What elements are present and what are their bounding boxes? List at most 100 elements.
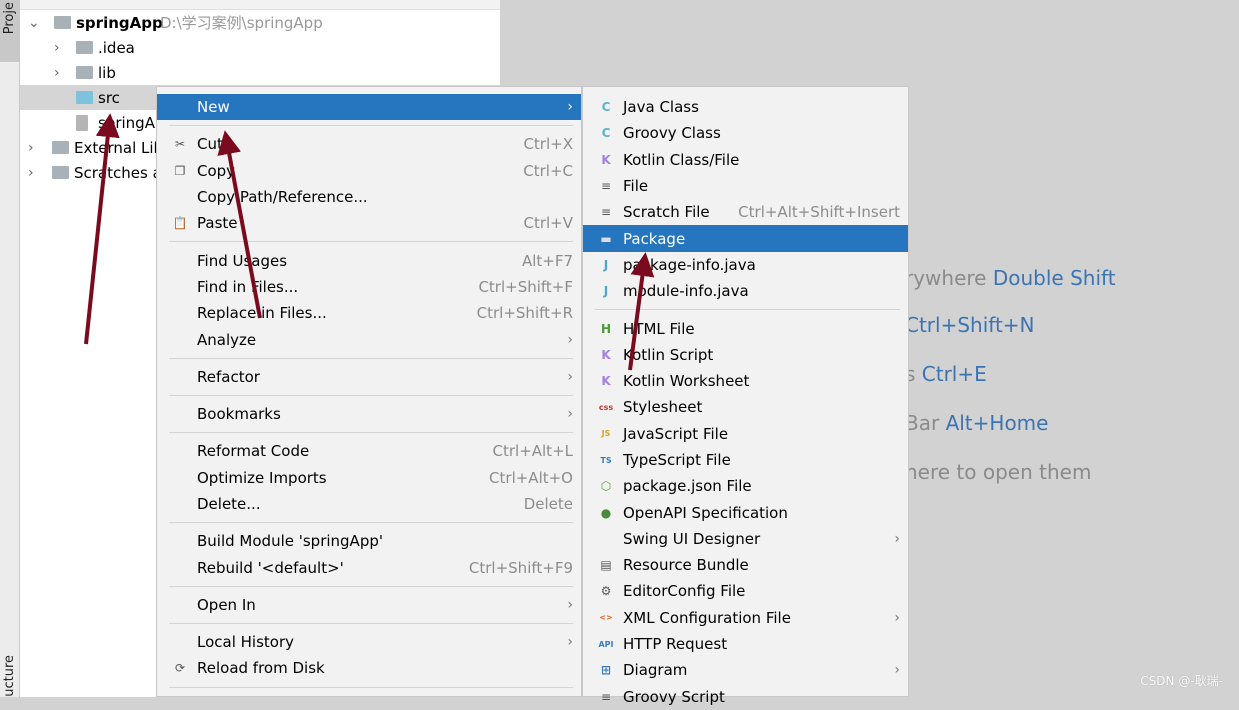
copy-icon: ❐: [174, 163, 186, 178]
menu-item-replace-in-files[interactable]: Replace in Files... Ctrl+Shift+R: [157, 300, 581, 326]
menu-item-refactor[interactable]: Refactor ›: [157, 364, 581, 390]
menu-item-copy[interactable]: ❐ Copy Ctrl+C: [157, 158, 581, 184]
http-request-icon: API: [598, 639, 614, 649]
menu-item-label: Analyze: [197, 330, 257, 349]
menu-item-resource-bundle[interactable]: ▤ Resource Bundle: [583, 552, 908, 578]
menu-item-swing-ui-designer[interactable]: Swing UI Designer ›: [583, 526, 908, 552]
html-file-icon: H: [600, 321, 612, 336]
chevron-down-icon[interactable]: ⌄: [28, 15, 40, 31]
menu-item-javascript-file[interactable]: JS JavaScript File: [583, 421, 908, 447]
menu-item-label: OpenAPI Specification: [623, 503, 788, 522]
menu-item-stylesheet[interactable]: css Stylesheet: [583, 394, 908, 420]
submenu-arrow-icon: ›: [567, 368, 573, 385]
tree-node-lib[interactable]: › lib: [20, 60, 500, 85]
structure-tab-label[interactable]: ucture: [2, 655, 17, 697]
project-tool-tab[interactable]: Proje: [0, 0, 20, 62]
menu-item-find-in-files[interactable]: Find in Files... Ctrl+Shift+F: [157, 274, 581, 300]
menu-item-bookmarks[interactable]: Bookmarks ›: [157, 401, 581, 427]
menu-item-reload-from-disk[interactable]: ⟳ Reload from Disk: [157, 655, 581, 681]
menu-separator: [157, 236, 581, 247]
menu-item-copy-path-reference[interactable]: Copy Path/Reference...: [157, 184, 581, 210]
menu-item-shortcut: Ctrl+Alt+L: [492, 442, 574, 461]
menu-item-label: package-info.java: [623, 255, 756, 274]
hint-shortcut: Ctrl+Shift+N: [905, 313, 1035, 337]
menu-item-html-file[interactable]: H HTML File: [583, 315, 908, 341]
menu-item-label: Paste: [197, 214, 238, 233]
menu-item-find-usages[interactable]: Find Usages Alt+F7: [157, 247, 581, 273]
package-icon: ▬: [600, 231, 612, 246]
menu-item-shortcut: Delete: [523, 495, 573, 513]
menu-item-optimize-imports[interactable]: Optimize Imports Ctrl+Alt+O: [157, 465, 581, 491]
menu-item-kotlin-class-file[interactable]: K Kotlin Class/File: [583, 147, 908, 173]
menu-item-label: Find Usages: [197, 251, 288, 270]
menu-item-label: Package: [623, 229, 686, 248]
menu-item-openapi-specification[interactable]: ● OpenAPI Specification: [583, 499, 908, 525]
openapi-icon: ●: [600, 505, 612, 520]
menu-item-java-class[interactable]: C Java Class: [583, 94, 908, 120]
scratch-file-icon: ≡: [600, 205, 612, 220]
menu-item-label: Kotlin Class/File: [623, 150, 740, 169]
menu-item-kotlin-worksheet[interactable]: K Kotlin Worksheet: [583, 368, 908, 394]
menu-item-typescript-file[interactable]: TS TypeScript File: [583, 447, 908, 473]
menu-item-shortcut: Ctrl+Shift+R: [476, 304, 573, 323]
menu-item-label: Replace in Files...: [197, 304, 327, 323]
tree-node-idea[interactable]: › .idea: [20, 35, 500, 60]
menu-item-shortcut: Ctrl+Shift+F: [478, 277, 573, 296]
menu-separator: [583, 304, 908, 315]
menu-item-label: Open In: [197, 595, 256, 614]
editor-hint: Bar Alt+Home: [905, 411, 1048, 435]
menu-separator: [157, 427, 581, 438]
menu-item-label: Reformat Code: [197, 442, 310, 461]
tree-node-springapp[interactable]: ⌄ springApp D:\学习案例\springApp: [20, 10, 500, 35]
menu-item-label: TypeScript File: [623, 451, 731, 469]
menu-item-delete[interactable]: Delete... Delete: [157, 491, 581, 517]
menu-item-label: Java Class: [623, 98, 699, 117]
menu-item-open-in[interactable]: Open In ›: [157, 592, 581, 618]
menu-item-package-json-file[interactable]: ⬡ package.json File: [583, 473, 908, 499]
menu-item-shortcut: Ctrl+X: [523, 135, 573, 154]
menu-item-diagram[interactable]: ⊞ Diagram ›: [583, 657, 908, 683]
project-panel-header: [20, 0, 500, 10]
editorconfig-icon: ⚙: [600, 584, 612, 599]
menu-item-file[interactable]: ≡ File: [583, 173, 908, 199]
menu-item-rebuild-default[interactable]: Rebuild '<default>' Ctrl+Shift+F9: [157, 554, 581, 580]
menu-item-label: Swing UI Designer: [623, 529, 761, 548]
menu-item-build-module-springapp[interactable]: Build Module 'springApp': [157, 528, 581, 554]
menu-item-new[interactable]: New ›: [157, 94, 581, 121]
menu-item-groovy-class[interactable]: C Groovy Class: [583, 120, 908, 146]
hint-text: here to open them: [905, 460, 1092, 484]
menu-item-package-info-java[interactable]: Jpackage-info.java: [583, 252, 908, 278]
menu-separator: [157, 353, 581, 364]
paste-icon: 📋: [172, 216, 188, 231]
context-menu: New › ✂ Cut Ctrl+X ❐ Copy Ctrl+C Copy Path/Refer…: [156, 86, 582, 697]
menu-item-label: package.json File: [623, 477, 752, 496]
menu-item-cut[interactable]: ✂ Cut Ctrl+X: [157, 131, 581, 157]
chevron-right-icon[interactable]: ›: [54, 65, 60, 81]
menu-item-local-history[interactable]: Local History ›: [157, 629, 581, 655]
java-file-icon: J: [603, 284, 609, 299]
tree-node-label: External Lib: [74, 138, 164, 157]
menu-item-kotlin-script[interactable]: K Kotlin Script: [583, 342, 908, 368]
chevron-right-icon[interactable]: ›: [54, 40, 60, 56]
menu-item-scratch-file[interactable]: ≡ Scratch File Ctrl+Alt+Shift+Insert: [583, 199, 908, 225]
new-submenu: C Java Class C Groovy Class K Kotlin Class/Fi…: [582, 86, 909, 706]
hint-text: rywhere: [905, 266, 993, 290]
menu-item-reformat-code[interactable]: Reformat Code Ctrl+Alt+L: [157, 438, 581, 464]
chevron-right-icon[interactable]: ›: [28, 140, 34, 156]
menu-item-package[interactable]: ▬ Package: [583, 225, 908, 252]
menu-item-editorconfig-file[interactable]: ⚙ EditorConfig File: [583, 578, 908, 604]
menu-item-label: Copy Path/Reference...: [197, 188, 368, 207]
menu-separator: [157, 581, 581, 592]
editor-hint: rywhere Double Shift: [905, 266, 1116, 290]
menu-item-shortcut: Ctrl+Alt+Shift+Insert: [738, 203, 900, 222]
menu-item-analyze[interactable]: Analyze ›: [157, 326, 581, 352]
menu-item-http-request[interactable]: API HTTP Request: [583, 631, 908, 657]
kotlin-file-icon: K: [601, 152, 611, 167]
menu-item-label: Groovy Class: [623, 124, 721, 143]
chevron-right-icon[interactable]: ›: [28, 165, 34, 181]
menu-item-xml-configuration-file[interactable]: <> XML Configuration File ›: [583, 605, 908, 631]
tree-node-path: D:\学习案例\springApp: [160, 14, 323, 32]
menu-item-module-info-java[interactable]: Jmodule-info.java: [583, 278, 908, 304]
menu-item-paste[interactable]: 📋 Paste Ctrl+V: [157, 210, 581, 236]
menu-item-shortcut: Alt+F7: [521, 251, 573, 270]
